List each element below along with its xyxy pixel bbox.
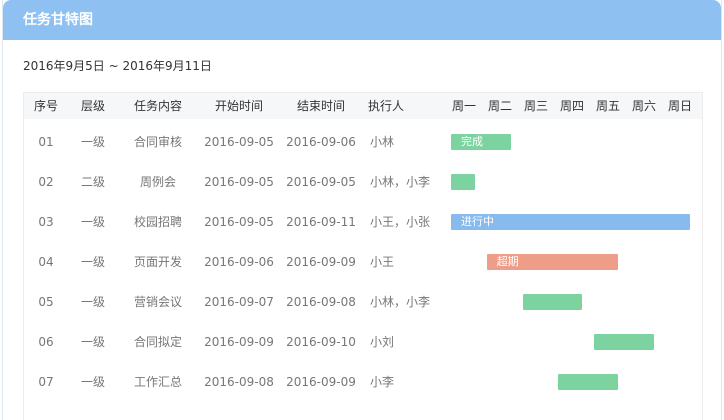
row-owner: 小刘 [370, 335, 395, 349]
row-index: 05 [38, 295, 54, 309]
row-task: 页面开发 [133, 255, 182, 269]
row-task: 营销会议 [133, 295, 182, 309]
row-task: 校园招聘 [133, 215, 182, 229]
row-start-date: 2016-09-06 [204, 255, 274, 269]
row-end-date: 2016-09-09 [286, 375, 356, 389]
row-end-date: 2016-09-08 [286, 295, 356, 309]
column-header-owner: 执行人 [367, 99, 404, 113]
row-index: 01 [38, 135, 54, 149]
row-level: 一级 [80, 335, 105, 349]
table-row[interactable]: 04 一级 页面开发 2016-09-06 2016-09-09 小王 超期 [24, 242, 702, 282]
row-task: 工作汇总 [133, 375, 182, 389]
column-header-start: 开始时间 [214, 99, 263, 113]
gantt-bar-in_progress[interactable]: 进行中 [451, 214, 690, 230]
row-start-date: 2016-09-05 [204, 175, 274, 189]
table-row[interactable]: 02 二级 周例会 2016-09-05 2016-09-05 小林，小李 [24, 162, 702, 202]
table-row[interactable]: 06 一级 合同拟定 2016-09-09 2016-09-10 小刘 [24, 322, 702, 362]
date-range-label: 2016年9月5日 ~ 2016年9月11日 [23, 59, 212, 73]
column-header-task: 任务内容 [133, 99, 182, 113]
weekday-header-mon: 周一 [451, 99, 476, 113]
gantt-bar-normal[interactable] [558, 374, 618, 390]
row-task: 合同审核 [133, 135, 182, 149]
row-start-date: 2016-09-08 [204, 375, 274, 389]
table-header: 序号 层级 任务内容 开始时间 结束时间 执行人 周一 周二 周三 周四 周五 … [24, 93, 702, 119]
row-level: 二级 [80, 175, 105, 189]
weekday-header-thu: 周四 [559, 99, 584, 113]
row-level: 一级 [80, 295, 105, 309]
weekday-header-fri: 周五 [595, 99, 620, 113]
table-row[interactable]: 03 一级 校园招聘 2016-09-05 2016-09-11 小王，小张 进行中 [24, 202, 702, 242]
row-start-date: 2016-09-05 [204, 215, 274, 229]
row-end-date: 2016-09-09 [286, 255, 356, 269]
panel-title: 任务甘特图 [23, 12, 93, 28]
gantt-bar-overdue[interactable]: 超期 [486, 254, 618, 270]
row-owner: 小李 [370, 375, 395, 389]
row-level: 一级 [80, 215, 105, 229]
row-task: 合同拟定 [133, 335, 182, 349]
row-end-date: 2016-09-11 [286, 215, 356, 229]
gantt-bar-label: 进行中 [461, 215, 494, 228]
gantt-table: 序号 层级 任务内容 开始时间 结束时间 执行人 周一 周二 周三 周四 周五 … [23, 92, 703, 420]
weekday-header-tue: 周二 [487, 99, 512, 113]
column-header-level: 层级 [80, 99, 105, 113]
weekday-header-wed: 周三 [523, 99, 548, 113]
row-end-date: 2016-09-10 [286, 335, 356, 349]
row-level: 一级 [80, 135, 105, 149]
gantt-panel: 任务甘特图 2016年9月5日 ~ 2016年9月11日 序号 层级 任务内容 … [2, 0, 722, 420]
row-owner: 小林，小李 [370, 175, 431, 189]
row-index: 06 [38, 335, 54, 349]
row-owner: 小林 [370, 135, 395, 149]
row-start-date: 2016-09-09 [204, 335, 274, 349]
gantt-bar-label: 超期 [496, 255, 519, 268]
row-owner: 小林，小李 [370, 295, 431, 309]
row-index: 03 [38, 215, 54, 229]
table-row[interactable]: 05 一级 营销会议 2016-09-07 2016-09-08 小林，小李 [24, 282, 702, 322]
row-start-date: 2016-09-07 [204, 295, 274, 309]
row-index: 07 [38, 375, 54, 389]
row-level: 一级 [80, 255, 105, 269]
panel-header: 任务甘特图 [3, 0, 721, 40]
row-end-date: 2016-09-06 [286, 135, 356, 149]
gantt-bar-done[interactable]: 完成 [451, 134, 511, 150]
row-index: 04 [38, 255, 54, 269]
table-row[interactable]: 07 一级 工作汇总 2016-09-08 2016-09-09 小李 [24, 362, 702, 402]
column-header-index: 序号 [33, 99, 58, 113]
weekday-header-sun: 周日 [667, 99, 692, 113]
row-end-date: 2016-09-05 [286, 175, 356, 189]
gantt-bar-normal[interactable] [451, 174, 475, 190]
row-start-date: 2016-09-05 [204, 135, 274, 149]
weekday-header-sat: 周六 [631, 99, 656, 113]
row-index: 02 [38, 175, 54, 189]
column-header-end: 结束时间 [296, 99, 345, 113]
row-task: 周例会 [139, 175, 176, 189]
row-owner: 小王，小张 [370, 215, 431, 229]
row-owner: 小王 [370, 255, 395, 269]
gantt-bar-label: 完成 [461, 135, 483, 148]
table-row[interactable]: 01 一级 合同审核 2016-09-05 2016-09-06 小林 完成 [24, 122, 702, 162]
gantt-bar-normal[interactable] [522, 294, 583, 310]
row-level: 一级 [80, 375, 105, 389]
gantt-bar-normal[interactable] [594, 334, 654, 350]
